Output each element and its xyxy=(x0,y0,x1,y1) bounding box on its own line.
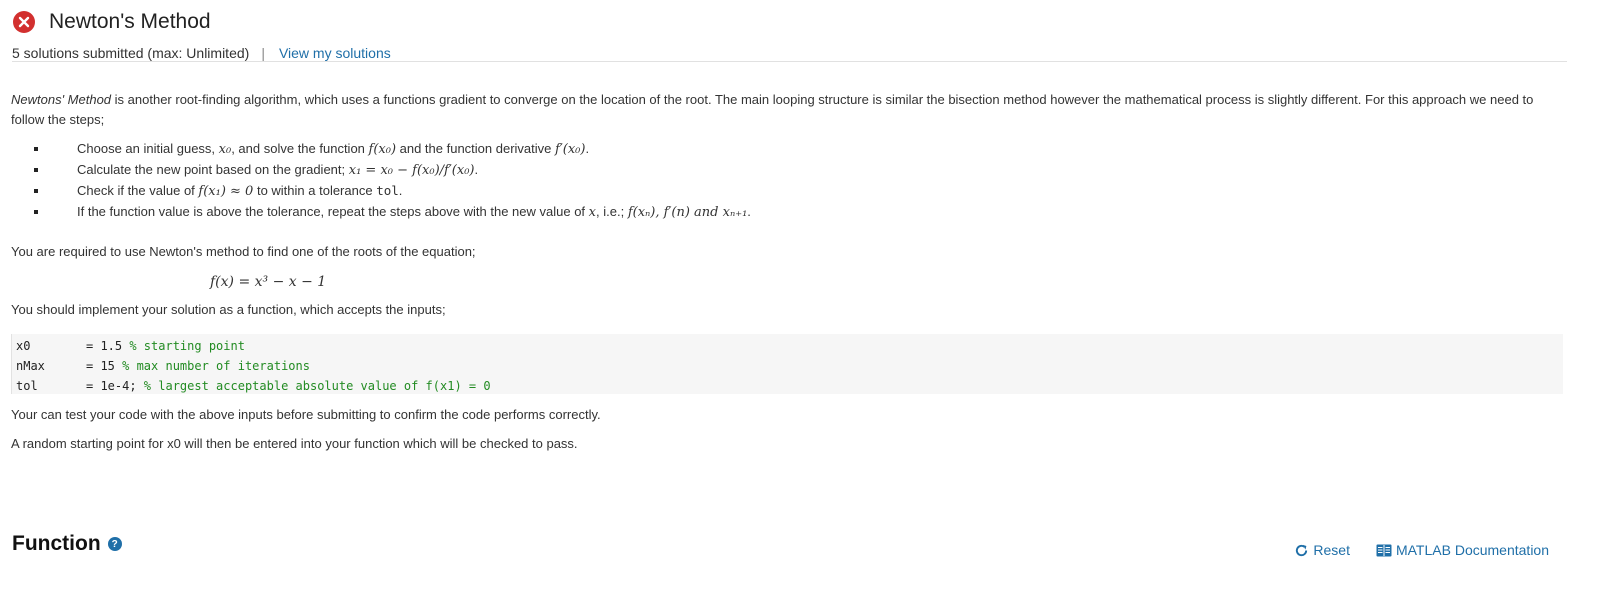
function-title: Function xyxy=(12,532,101,555)
steps-list: Choose an initial guess, x₀, and solve t… xyxy=(11,138,1563,222)
equation: f(x) = x³ − x − 1 xyxy=(210,274,327,290)
step-text: to within a tolerance xyxy=(253,183,377,198)
separator: | xyxy=(261,45,265,61)
step-text: Calculate the new point based on the gra… xyxy=(77,162,349,177)
problem-description: Newtons' Method is another root-finding … xyxy=(11,90,1563,454)
code-var: tol xyxy=(16,379,38,393)
implement-text: You should implement your solution as a … xyxy=(11,302,446,317)
reset-button[interactable]: Reset xyxy=(1294,542,1350,558)
matlab-documentation-link[interactable]: MATLAB Documentation xyxy=(1376,542,1549,558)
view-my-solutions-link[interactable]: View my solutions xyxy=(279,45,391,61)
inline-code: tol xyxy=(376,183,399,198)
error-x-circle-icon xyxy=(13,11,35,33)
code-var: x0 xyxy=(16,339,31,353)
step-text: . xyxy=(398,183,403,198)
test-note: Your can test your code with the above i… xyxy=(11,407,601,422)
list-item: Check if the value of f(x₁) ≈ 0 to withi… xyxy=(11,180,1563,201)
header-divider xyxy=(12,61,1567,62)
step-math: f(x₁) ≈ 0 xyxy=(198,184,254,199)
list-item: Choose an initial guess, x₀, and solve t… xyxy=(11,138,1563,159)
step-text: . xyxy=(474,162,479,177)
step-text: Check if the value of xyxy=(77,183,199,198)
code-comment: % starting point xyxy=(129,339,245,353)
page-title: Newton's Method xyxy=(49,10,211,33)
step-math: f(xₙ), f′(n) and xₙ₊₁ xyxy=(627,205,748,220)
code-var: nMax xyxy=(16,359,45,373)
function-section-header: Function ? Reset MATLAB Documentation xyxy=(12,532,1549,562)
step-math: x₁ = x₀ − f(x₀)/f′(x₀) xyxy=(348,163,475,178)
step-text: . xyxy=(585,141,590,156)
docs-label: MATLAB Documentation xyxy=(1395,542,1549,558)
list-item: Calculate the new point based on the gra… xyxy=(11,159,1563,180)
step-math: f′(x₀) xyxy=(555,142,586,157)
code-block: x0 = 1.5 % starting point nMax = 15 % max … xyxy=(11,334,1563,394)
code-line: x0 = 1.5 % starting point xyxy=(16,336,1559,356)
title-row: Newton's Method xyxy=(12,8,1567,36)
reset-label: Reset xyxy=(1313,542,1350,558)
step-text: and the function derivative xyxy=(396,141,556,156)
step-text: Choose an initial guess, xyxy=(77,141,219,156)
required-text: You are required to use Newton's method … xyxy=(11,244,476,259)
question-circle-icon[interactable]: ? xyxy=(107,537,122,551)
code-comment: % max number of iterations xyxy=(122,359,310,373)
step-math: x₀ xyxy=(218,142,232,157)
function-title-wrap: Function ? xyxy=(12,532,122,556)
submission-info: 5 solutions submitted (max: Unlimited) |… xyxy=(12,44,1567,62)
intro-paragraph: Newtons' Method is another root-finding … xyxy=(11,90,1563,130)
refresh-icon xyxy=(1296,544,1308,556)
step-text: . xyxy=(747,204,751,219)
function-actions: Reset MATLAB Documentation xyxy=(1294,542,1549,558)
step-math: f(x₀) xyxy=(368,142,397,157)
step-text: If the function value is above the toler… xyxy=(77,204,589,219)
code-line: nMax = 15 % max number of iterations xyxy=(16,356,1559,376)
code-comment: % largest acceptable absolute value of f… xyxy=(143,379,491,393)
step-text: , and solve the function xyxy=(231,141,369,156)
intro-emphasis: Newtons' Method xyxy=(11,92,112,107)
submissions-count: 5 solutions submitted (max: Unlimited) xyxy=(12,45,250,61)
code-value: = 1.5 xyxy=(86,339,130,353)
book-icon xyxy=(1376,544,1392,556)
step-math: x xyxy=(588,205,597,220)
code-line: tol = 1e-4; % largest acceptable absolute… xyxy=(16,376,1559,396)
intro-text: is another root-finding algorithm, which… xyxy=(11,92,1534,127)
step-text: , i.e.; xyxy=(596,204,628,219)
problem-header: Newton's Method 5 solutions submitted (m… xyxy=(12,8,1567,62)
random-note: A random starting point for x0 will then… xyxy=(11,436,578,451)
list-item: If the function value is above the toler… xyxy=(11,201,1563,222)
code-value: = 1e-4; xyxy=(86,379,144,393)
code-value: = 15 xyxy=(86,359,123,373)
